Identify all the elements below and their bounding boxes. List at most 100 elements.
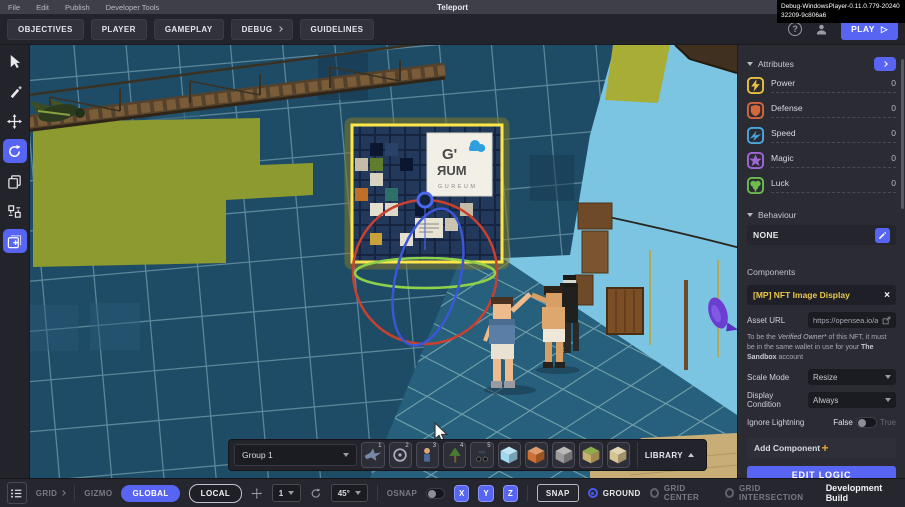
- power-icon: [747, 77, 764, 94]
- slot-number: 5: [487, 443, 490, 449]
- swap-icon: [7, 204, 22, 219]
- layers-list-button[interactable]: [7, 482, 27, 504]
- add-component-button[interactable]: Add Component +: [747, 437, 896, 459]
- tool-duplicate-button[interactable]: [3, 169, 27, 193]
- quickbar-slot-vehicle[interactable]: 5: [470, 442, 493, 468]
- asset-url-input[interactable]: https://opensea.io/asse: [808, 312, 896, 328]
- radio-grid-center[interactable]: GRID CENTER: [650, 484, 716, 502]
- quickbar-slot-character[interactable]: 3: [416, 442, 439, 468]
- attribute-value[interactable]: 0: [891, 128, 896, 138]
- gizmo-label: GIZMO: [84, 489, 112, 498]
- attributes-title: Attributes: [758, 59, 874, 69]
- debug-button[interactable]: DEBUG: [231, 19, 293, 40]
- quickbar-slot-stone-block[interactable]: [552, 442, 575, 468]
- svg-text:G': G': [442, 146, 457, 163]
- player-button[interactable]: PLAYER: [91, 19, 147, 40]
- player-label: PLAYER: [102, 25, 136, 34]
- attributes-expand-button[interactable]: [874, 57, 896, 71]
- ignore-lightning-toggle[interactable]: [856, 417, 877, 428]
- quickbar-slot-marker[interactable]: 2: [389, 442, 412, 468]
- attribute-label: Power: [771, 78, 795, 88]
- local-button[interactable]: LOCAL: [189, 484, 243, 503]
- radio-icon: [725, 488, 734, 498]
- guidelines-label: GUIDELINES: [311, 25, 364, 34]
- title-bar: File Edit Publish Developer Tools Telepo…: [0, 0, 905, 14]
- move-icon: [7, 114, 22, 129]
- objectives-button[interactable]: OBJECTIVES: [7, 19, 84, 40]
- scale-mode-row: Scale Mode Resize: [747, 369, 896, 385]
- panel-scrollbar[interactable]: [901, 59, 904, 209]
- attributes-header[interactable]: Attributes: [747, 57, 896, 71]
- quickbar-slot-bird[interactable]: 1: [361, 442, 384, 468]
- radio-grid-intersection[interactable]: GRID INTERSECTION: [725, 484, 817, 502]
- add-box-icon: [7, 234, 22, 249]
- attribute-value[interactable]: 0: [891, 103, 896, 113]
- attribute-label: Defense: [771, 103, 803, 113]
- axis-y-button[interactable]: Y: [478, 485, 493, 502]
- ground-label: GROUND: [603, 489, 641, 498]
- inspector-panel: Attributes Power 0 Defense 0 Speed 0 Magic0…: [737, 45, 905, 478]
- viewport-3d[interactable]: G' ЯUM GUREUM: [30, 45, 737, 478]
- scale-mode-select[interactable]: Resize: [808, 369, 896, 385]
- osnap-toggle[interactable]: [426, 488, 445, 499]
- play-label: PLAY: [851, 24, 875, 34]
- toggle-true-label: True: [880, 418, 896, 427]
- bottom-bar: GRID GIZMO GLOBAL LOCAL 1 45° OSNAP X Y …: [0, 478, 905, 507]
- attribute-value[interactable]: 0: [891, 178, 896, 188]
- guidelines-button[interactable]: GUIDELINES: [300, 19, 375, 40]
- debug-label: DEBUG: [242, 25, 273, 34]
- chevron-down-icon: [343, 453, 349, 457]
- rotate-icon: [7, 144, 22, 159]
- account-icon[interactable]: [814, 22, 829, 37]
- move-step-value: 1: [279, 489, 283, 498]
- tool-swap-button[interactable]: [3, 199, 27, 223]
- attribute-label: Speed: [771, 128, 796, 138]
- help-icon[interactable]: ?: [788, 22, 802, 36]
- nft-logo: G' ЯUM GUREUM: [427, 133, 492, 196]
- tool-paint-button[interactable]: [3, 79, 27, 103]
- axis-z-button[interactable]: Z: [503, 485, 518, 502]
- close-icon[interactable]: ×: [884, 290, 890, 301]
- door[interactable]: [607, 288, 643, 334]
- quickbar-slot-lava-block[interactable]: [525, 442, 548, 468]
- snap-button[interactable]: SNAP: [537, 484, 579, 502]
- ignore-lightning-label: Ignore Lightning: [747, 418, 833, 427]
- move-step-select[interactable]: 1: [272, 484, 301, 502]
- grid-center-label: GRID CENTER: [664, 484, 716, 502]
- tool-move-button[interactable]: [3, 109, 27, 133]
- display-condition-select[interactable]: Always: [808, 392, 896, 408]
- attribute-label: Luck: [771, 178, 789, 188]
- chevron-down-icon: [288, 491, 294, 495]
- quickbar-slot-tree[interactable]: 4: [443, 442, 466, 468]
- attribute-row-magic: Magic0: [747, 148, 896, 173]
- display-condition-value: Always: [813, 396, 881, 405]
- behaviour-header[interactable]: Behaviour: [747, 208, 896, 222]
- collapse-icon: [747, 62, 753, 66]
- attribute-value[interactable]: 0: [891, 78, 896, 88]
- external-link-icon[interactable]: [882, 316, 891, 325]
- quickbar-slot-sand-block[interactable]: [607, 442, 630, 468]
- gizmo-handle[interactable]: [418, 193, 432, 207]
- gameplay-button[interactable]: GAMEPLAY: [154, 19, 224, 40]
- window-title: Teleport: [0, 3, 905, 12]
- attribute-value[interactable]: 0: [891, 153, 896, 163]
- rotate-step-select[interactable]: 45°: [331, 484, 368, 502]
- grid-menu[interactable]: GRID: [36, 489, 66, 498]
- tool-select-button[interactable]: [3, 49, 27, 73]
- group-select[interactable]: Group 1: [234, 444, 357, 466]
- display-condition-label: Display Condition: [747, 391, 808, 409]
- edit-behaviour-button[interactable]: [875, 228, 890, 243]
- axis-x-button[interactable]: X: [454, 485, 469, 502]
- quickbar-slot-ice-block[interactable]: [498, 442, 521, 468]
- component-card[interactable]: [MP] NFT Image Display ×: [747, 285, 896, 305]
- chevron-up-icon: [688, 453, 694, 457]
- radio-ground[interactable]: GROUND: [588, 488, 641, 498]
- tool-add-asset-button[interactable]: [3, 229, 27, 253]
- quickbar-slot-grass-block[interactable]: [579, 442, 602, 468]
- global-button[interactable]: GLOBAL: [121, 485, 179, 502]
- tool-rotate-button[interactable]: [3, 139, 27, 163]
- library-button[interactable]: LIBRARY: [637, 442, 701, 468]
- gameplay-label: GAMEPLAY: [165, 25, 213, 34]
- build-id: Debug-WindowsPlayer-0.11.0.779-202403220…: [777, 0, 905, 23]
- edit-logic-button[interactable]: EDIT LOGIC: [747, 466, 896, 478]
